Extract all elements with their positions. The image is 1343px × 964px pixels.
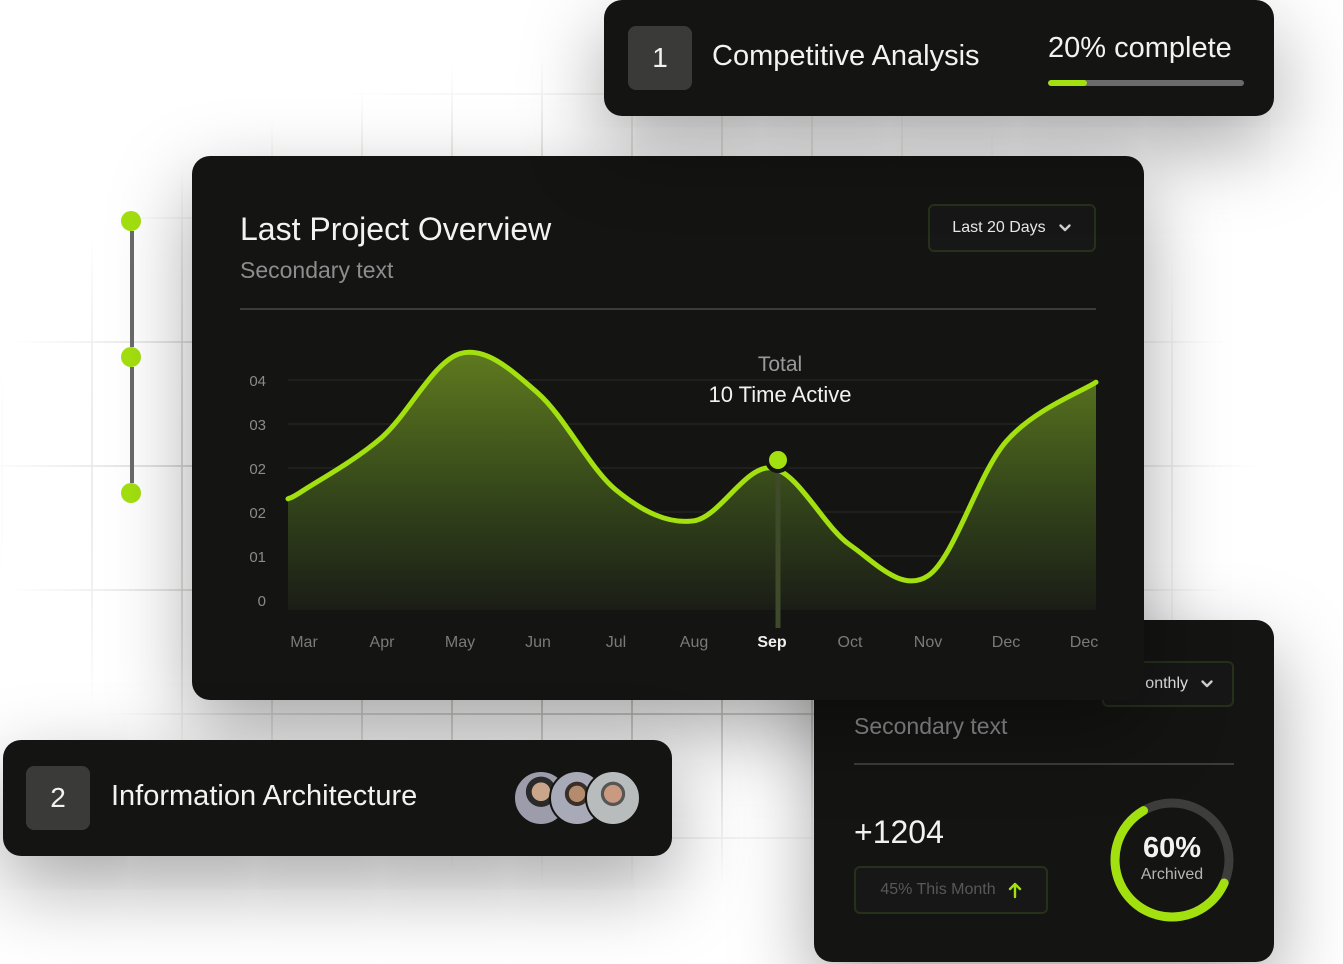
x-tick-label: Nov: [914, 634, 942, 651]
x-tick-label: Jul: [606, 634, 626, 651]
progress-bar: [1048, 80, 1244, 86]
stats-subtitle: Secondary text: [854, 713, 1008, 739]
x-tick-label: Oct: [838, 634, 863, 651]
timeline-step-dot[interactable]: [121, 211, 141, 231]
task-title: Competitive Analysis: [712, 40, 980, 72]
x-tick-label: Mar: [290, 634, 318, 651]
task-card-information-architecture[interactable]: 2 Information Architecture: [3, 740, 672, 856]
task-number-badge: 2: [26, 766, 90, 830]
stats-value: +1204: [854, 814, 944, 850]
x-tick-label: Aug: [680, 634, 708, 651]
ring-text: 60% Archived: [1109, 832, 1235, 886]
y-tick-label: 03: [249, 417, 266, 434]
x-tick-label: Dec: [992, 634, 1020, 651]
timeline-connector: [130, 231, 134, 347]
ring-percent: 60%: [1142, 832, 1202, 864]
y-tick-label: 01: [249, 549, 266, 566]
arrow-up-icon: [1008, 882, 1021, 899]
task-number-badge: 1: [628, 26, 692, 90]
period-dropdown-label: onthly: [1145, 675, 1188, 692]
y-tick-label: 02: [249, 461, 266, 478]
timeline-step-dot[interactable]: [121, 347, 141, 367]
divider: [854, 763, 1234, 765]
timeline-connector: [130, 367, 134, 483]
activity-area-chart: 0 01 02 02 03 04 Mar Apr May Jun Jul Aug Sep Oct Nov D…: [249, 349, 1099, 651]
project-overview-card: Last Project Overview Secondary text Las…: [192, 156, 1144, 700]
progress-label: 20% complete: [1048, 32, 1232, 64]
tooltip-label: Total: [757, 353, 803, 376]
timeline-step-dot[interactable]: [121, 483, 141, 503]
trend-badge: 45% This Month: [854, 866, 1048, 914]
x-tick-label: Jun: [525, 634, 551, 651]
avatar-group[interactable]: [513, 770, 643, 826]
progress-timeline: [121, 211, 143, 505]
highlight-point[interactable]: [765, 447, 791, 473]
x-tick-label: May: [445, 634, 475, 651]
progress-bar-fill: [1048, 80, 1088, 86]
y-tick-label: 04: [249, 373, 266, 390]
ring-caption: Archived: [1140, 866, 1204, 883]
y-tick-label: 0: [258, 593, 266, 610]
x-tick-label: Apr: [370, 634, 396, 651]
y-tick-label: 02: [249, 505, 266, 522]
x-tick-label: Dec: [1070, 634, 1098, 651]
chevron-down-icon: [1201, 680, 1213, 688]
trend-label: 45% This Month: [880, 881, 996, 898]
tooltip-value: 10 Time Active: [708, 382, 852, 407]
task-card-competitive-analysis[interactable]: 1 Competitive Analysis 20% complete: [604, 0, 1274, 116]
x-tick-label: Sep: [757, 634, 787, 651]
task-title: Information Architecture: [111, 780, 418, 812]
avatar[interactable]: [585, 770, 641, 826]
